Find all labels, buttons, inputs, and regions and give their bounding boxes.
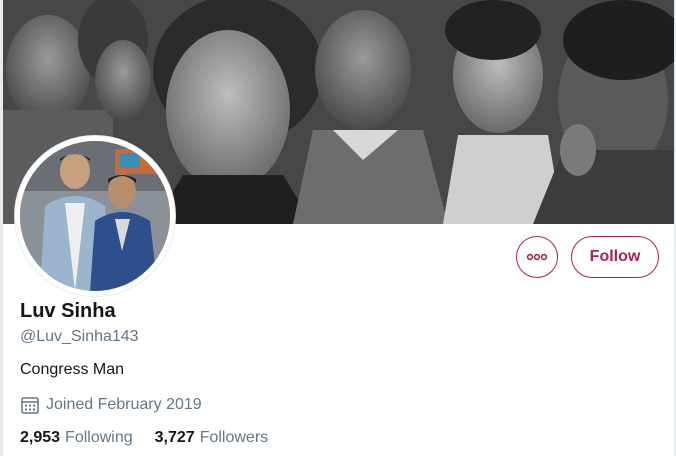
following-link[interactable]: 2,953 Following (20, 429, 133, 447)
profile-page: Follow Luv Sinha @Luv_Sinha143 Congress … (0, 0, 676, 456)
follow-button[interactable]: Follow (571, 236, 659, 278)
calendar-icon (20, 395, 40, 415)
profile-avatar[interactable] (15, 136, 175, 296)
joined-date: Joined February 2019 (20, 395, 202, 415)
followers-link[interactable]: 3,727 Followers (155, 429, 269, 447)
avatar-image (20, 141, 170, 291)
profile-handle: @Luv_Sinha143 (20, 328, 139, 345)
avatar-photo (20, 141, 170, 291)
profile-bio: Congress Man (20, 361, 125, 378)
profile-stats: 2,953 Following 3,727 Followers (20, 429, 290, 447)
more-options-button[interactable] (516, 236, 558, 278)
following-label: Following (65, 429, 133, 446)
follow-button-label: Follow (589, 248, 641, 265)
joined-text: Joined February 2019 (46, 396, 202, 413)
following-count: 2,953 (20, 429, 61, 446)
profile-name: Luv Sinha (20, 300, 116, 322)
more-horizontal-icon (526, 253, 548, 261)
followers-label: Followers (199, 429, 269, 446)
followers-count: 3,727 (154, 429, 195, 446)
